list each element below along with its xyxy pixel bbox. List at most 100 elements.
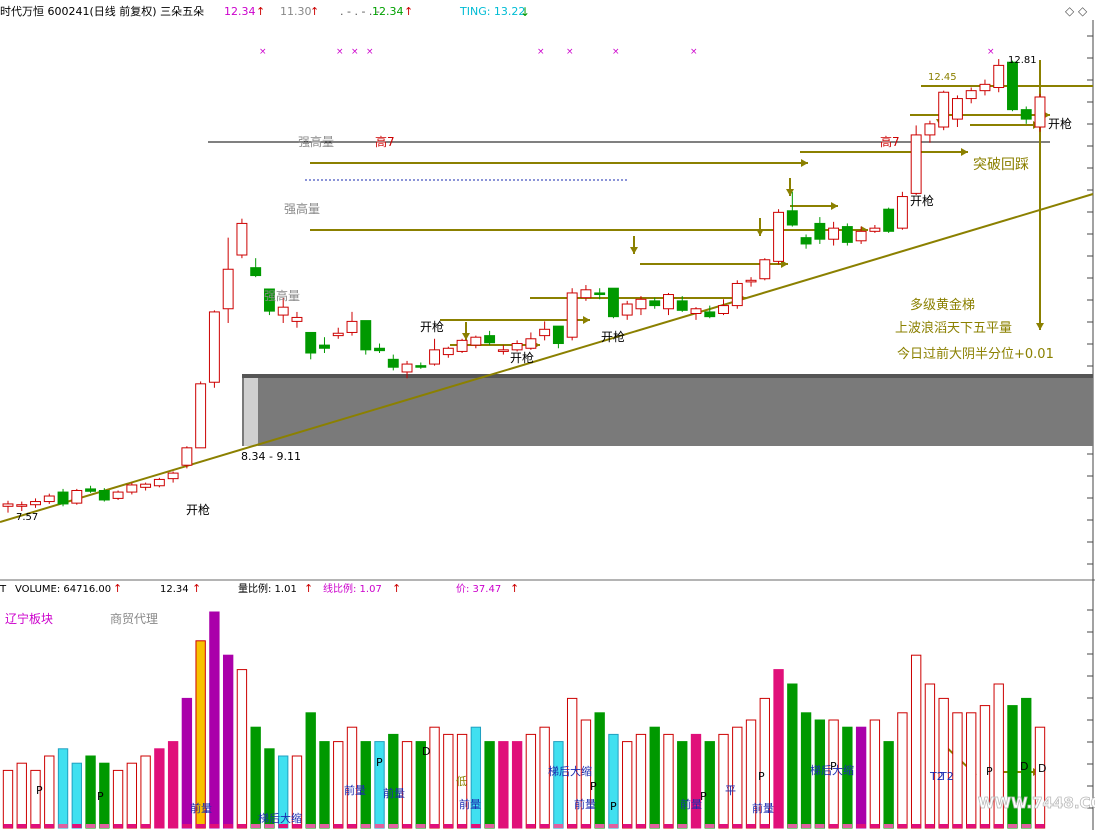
volume-bar xyxy=(85,755,96,829)
candle-body xyxy=(800,237,812,245)
volume-tag: 低 xyxy=(456,775,467,788)
annotation-kaiqiang-1: 开枪 xyxy=(186,502,210,517)
volume-bar-base xyxy=(966,824,976,828)
volume-bar xyxy=(16,762,27,829)
header-price-1: 12.34 xyxy=(224,5,256,18)
volume-bar xyxy=(966,712,977,829)
volume-bar-base xyxy=(127,824,137,828)
volume-bar xyxy=(883,741,894,829)
volume-bar-base xyxy=(429,824,440,828)
volume-bar-base xyxy=(663,824,674,828)
volume-bar-base xyxy=(140,824,151,828)
volume-bar-base xyxy=(718,824,729,828)
candle-body xyxy=(869,227,881,232)
candle-body xyxy=(30,501,41,506)
x-marker-icon: × xyxy=(612,47,620,57)
volume-bar-base xyxy=(347,824,357,828)
volume-bar xyxy=(787,683,798,829)
up-arrow-icon: ↑ xyxy=(404,5,413,18)
volume-bar-base xyxy=(209,824,220,828)
volume-bar xyxy=(401,741,413,829)
volume-bar-base xyxy=(595,824,605,828)
candle-body xyxy=(690,308,702,314)
volume-bar xyxy=(690,733,702,829)
volume-t: T xyxy=(0,584,7,595)
volume-header: T VOLUME: 64716.00 ↑ 12.34 ↑ 量比例: 1.01 ↑… xyxy=(0,582,519,626)
volume-tag: D xyxy=(422,745,430,758)
gray-box-light-bar xyxy=(244,378,258,446)
annotation-gao7-2: 高7 xyxy=(880,134,900,149)
volume-bar xyxy=(484,741,495,829)
volume-bar-base xyxy=(636,824,646,828)
volume-bar-base xyxy=(622,824,632,828)
volume-tag: 平 xyxy=(725,784,736,797)
volume-bar xyxy=(2,769,14,829)
candle-body xyxy=(415,365,427,368)
arrow-head xyxy=(756,229,764,236)
candle-body xyxy=(910,134,922,194)
volume-bar xyxy=(209,611,220,829)
arrow-head xyxy=(630,247,638,254)
volume-bar xyxy=(498,741,509,829)
candle-body xyxy=(319,344,330,349)
price-header: 时代万恒 600241(日线 前复权) 三朵五朵 12.34 ↑ 11.30 ↑… xyxy=(0,4,1088,19)
volume-bar xyxy=(677,741,688,829)
candle-body xyxy=(896,196,908,229)
jia: 价: 37.47 xyxy=(456,583,501,595)
x-marker-icon: × xyxy=(351,47,359,57)
up-arrow-icon: ↑ xyxy=(392,582,401,595)
arrow-head xyxy=(583,316,590,324)
volume-bar xyxy=(429,726,440,829)
volume-bar-base xyxy=(85,824,96,828)
volume-bar xyxy=(511,741,523,829)
volume-bar-base xyxy=(374,824,385,828)
volume-bar xyxy=(30,769,41,829)
volume-tag: P xyxy=(830,760,837,773)
candle-body xyxy=(607,287,619,318)
candle-body xyxy=(621,303,633,316)
gray-range-box-top xyxy=(242,374,1093,378)
up-arrow-icon: ↑ xyxy=(192,582,201,595)
up-arrow-icon: ↑ xyxy=(256,5,265,18)
volume-bar xyxy=(57,748,69,829)
diamond-icon[interactable]: ◇ xyxy=(1065,4,1075,18)
candle-body xyxy=(277,306,289,316)
volume-bar xyxy=(869,719,881,829)
volume-bar-base xyxy=(416,824,426,828)
annotation-duoji: 多级黄金梯 xyxy=(910,297,975,313)
candle-body xyxy=(456,339,468,352)
candle-body xyxy=(731,282,743,307)
candle-body xyxy=(883,208,895,232)
candle-body xyxy=(126,484,138,493)
volume-bar-base xyxy=(925,824,935,828)
x-marker-icon: × xyxy=(987,47,995,57)
candle-body xyxy=(855,230,867,242)
volume-bar xyxy=(773,669,784,829)
volume-tag: 前量 xyxy=(383,786,405,800)
volume-bar-base xyxy=(1035,824,1045,828)
candle-body xyxy=(759,259,771,280)
volume-bar-base xyxy=(539,824,550,828)
candle-body xyxy=(841,226,853,243)
candle-body xyxy=(497,349,509,352)
volume-bar-base xyxy=(691,824,701,828)
volume-bar-base xyxy=(30,824,41,828)
arrow-head xyxy=(462,333,470,340)
candle-body xyxy=(43,495,55,503)
candle-body xyxy=(635,298,647,310)
volume-bar xyxy=(333,741,344,829)
candle-body xyxy=(1007,61,1018,111)
volume-bar xyxy=(952,712,963,829)
volume-bar xyxy=(195,640,206,829)
volume-bar-base xyxy=(498,824,509,828)
annotation-tupo-huicai: 突破回踩 xyxy=(973,157,1029,173)
volume-bar xyxy=(663,733,674,829)
volume-tag: P xyxy=(758,770,765,783)
diamond-filled-icon[interactable]: ◇ xyxy=(1078,4,1088,18)
candle-body xyxy=(250,267,262,277)
sector-label-2: 商贸代理 xyxy=(110,611,158,626)
annotation-kaiqiang-3: 开枪 xyxy=(510,350,534,365)
volume-bar xyxy=(897,712,908,829)
candle-body xyxy=(525,338,537,349)
candle-body xyxy=(676,300,688,311)
